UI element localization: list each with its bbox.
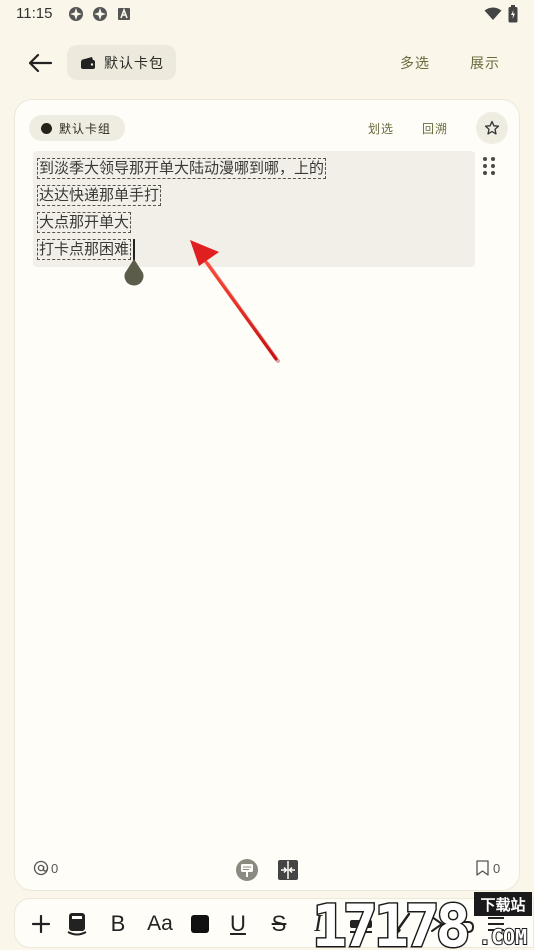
status-icons-left — [68, 6, 132, 22]
multi-select-button[interactable]: 多选 — [400, 53, 430, 73]
plus-button[interactable] — [29, 911, 53, 937]
editor-line: 打卡点那困难 — [37, 239, 132, 260]
color-button[interactable] — [189, 911, 211, 937]
wallet-label: 默认卡包 — [104, 55, 164, 72]
back-button[interactable] — [24, 50, 56, 76]
editor-line: 达达快递那单手打 — [37, 185, 162, 206]
draw-select-button[interactable]: 划选 — [368, 120, 394, 137]
card-group-selector[interactable]: 默认卡组 — [29, 115, 126, 141]
bookmark-icon — [476, 860, 489, 876]
text-editor[interactable]: 到淡季大领导那开单大陆动漫哪到哪，上的 达达快递那单手打 大点那开单大 打卡点那… — [33, 151, 475, 267]
header: 默认卡包 多选 展示 — [0, 40, 534, 86]
cursor-handle[interactable] — [122, 258, 146, 286]
favorite-button[interactable] — [476, 112, 508, 144]
group-color-dot — [41, 122, 52, 134]
bold-button[interactable]: B — [107, 911, 129, 937]
wallet-icon — [81, 56, 95, 69]
card-type-icon[interactable] — [235, 858, 259, 882]
back-arrow-icon — [28, 53, 52, 73]
sync-icon — [93, 7, 107, 21]
wallet-selector[interactable]: 默认卡包 — [67, 45, 176, 80]
sync-icon — [69, 7, 83, 21]
group-label: 默认卡组 — [59, 121, 112, 136]
watermark-com: .COM — [479, 925, 527, 949]
editor-line: 大点那开单大 — [37, 212, 132, 233]
display-button[interactable]: 展示 — [470, 53, 500, 73]
battery-icon — [508, 5, 518, 23]
plus-icon — [32, 915, 50, 933]
strikethrough-button[interactable]: S — [268, 911, 290, 937]
underline-button[interactable]: U — [227, 911, 249, 937]
note-card: 默认卡组 划选 回溯 到淡季大领导那开单大陆动漫哪到哪，上的 达达快递那单手打 … — [14, 99, 520, 891]
watermark-cn: 下载站 — [480, 896, 525, 914]
mention-count[interactable]: 0 — [33, 860, 58, 876]
status-time: 11:15 — [16, 5, 53, 22]
editor-line: 到淡季大领导那开单大陆动漫哪到哪，上的 — [37, 158, 327, 179]
status-bar: 11:15 — [0, 0, 534, 28]
color-icon — [191, 915, 209, 933]
drag-handle-icon[interactable] — [483, 157, 497, 175]
bookmark-count[interactable]: 0 — [476, 860, 500, 876]
watermark-number-fill: 17178 — [312, 892, 468, 950]
star-icon — [484, 120, 500, 135]
card-icon — [67, 913, 87, 936]
watermark-logo: 17178 17178 下载站 .COM — [311, 891, 532, 950]
split-view-icon[interactable] — [277, 859, 299, 881]
backtrack-button[interactable]: 回溯 — [422, 120, 448, 137]
card-button[interactable] — [64, 911, 90, 937]
font-size-button[interactable]: Aa — [145, 911, 175, 937]
status-icons-right — [484, 5, 518, 23]
android-icon — [118, 7, 130, 20]
wifi-icon — [484, 7, 502, 20]
at-icon — [33, 860, 49, 876]
